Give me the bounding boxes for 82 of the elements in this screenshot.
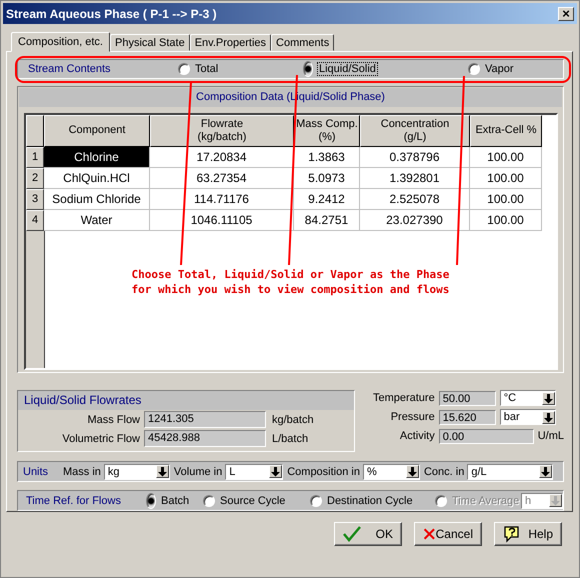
checkmark-icon xyxy=(343,526,361,542)
group-label: Units xyxy=(22,466,50,478)
table-cell: 2.525078 xyxy=(360,188,470,210)
unit-label: kg/batch xyxy=(272,414,314,426)
field-label: Mass Flow xyxy=(86,414,140,426)
group-label: Time Ref. for Flows xyxy=(25,494,122,507)
unit-dropdown[interactable]: bar xyxy=(500,409,556,426)
field-label: Composition in xyxy=(287,466,360,478)
table-cell: 100.00 xyxy=(470,210,542,231)
close-button[interactable]: × xyxy=(558,6,574,20)
close-icon xyxy=(423,526,436,542)
table-cell: 1046.11105 xyxy=(150,210,294,231)
unit-dropdown[interactable]: % xyxy=(362,464,420,480)
readonly-field: 50.00 xyxy=(438,390,496,406)
row-header[interactable]: 4 xyxy=(26,210,44,231)
row-header[interactable]: 1 xyxy=(26,146,44,168)
group-label: Stream Contents xyxy=(27,62,112,75)
radio-button[interactable]: Total xyxy=(178,62,303,75)
table-cell: 84.2751 xyxy=(294,210,360,231)
radio-button[interactable]: Destination Cycle xyxy=(310,494,435,507)
table-cell: ChlQuin.HCl xyxy=(44,168,150,189)
table-cell: 1.392801 xyxy=(360,168,470,189)
radio-button[interactable]: Batch xyxy=(146,492,203,509)
table-cell: 0.378796 xyxy=(360,146,470,168)
readonly-field: 1241.305 xyxy=(144,411,266,428)
unit-label: L/batch xyxy=(272,432,308,445)
table-cell: 1.3863 xyxy=(294,146,360,168)
table-cell: 63.27354 xyxy=(150,168,294,189)
unit-label: U/mL xyxy=(538,430,564,442)
field-label: Conc. in xyxy=(424,466,464,478)
help-button[interactable]: Help xyxy=(494,522,562,546)
tab[interactable]: Env.Properties xyxy=(190,34,272,51)
dropdown-arrow-icon xyxy=(156,465,169,478)
annotation-text: Choose Total, Liquid/Solid or Vapor as the Phase for which you wish to view composition and flows xyxy=(130,266,450,298)
table-cell: Water xyxy=(44,210,150,231)
column-header[interactable]: Mass Comp. (%) xyxy=(294,114,360,147)
cancel-button[interactable]: Cancel xyxy=(414,522,482,546)
radio-button[interactable]: Source Cycle xyxy=(203,494,310,507)
column-header[interactable]: Flowrate (kg/batch) xyxy=(150,114,294,147)
tab[interactable]: Composition, etc. xyxy=(11,32,110,52)
table-cell: 100.00 xyxy=(470,188,542,210)
readonly-field: 15.620 xyxy=(438,410,496,425)
table-cell: Chlorine xyxy=(44,146,150,168)
table-cell: 114.71176 xyxy=(150,188,294,210)
table-cell: Sodium Chloride xyxy=(44,188,150,210)
panel-title: Liquid/Solid Flowrates xyxy=(18,391,354,410)
column-header[interactable]: Component xyxy=(44,114,150,147)
row-header[interactable]: 3 xyxy=(26,188,44,210)
tab[interactable]: Comments xyxy=(271,34,334,51)
ok-button[interactable]: OK xyxy=(334,522,402,546)
field-label: Temperature xyxy=(372,392,435,404)
radio-button[interactable]: Liquid/Solid xyxy=(303,60,468,77)
row-header[interactable]: 2 xyxy=(26,168,44,189)
help-icon xyxy=(503,525,521,543)
radio-button[interactable]: Vapor xyxy=(468,62,514,75)
unit-dropdown[interactable]: kg xyxy=(104,464,170,480)
unit-dropdown[interactable]: L xyxy=(225,464,284,480)
table-cell: 17.20834 xyxy=(150,146,294,168)
window-title: Stream Aqueous Phase ( P-1 --> P-3 ) xyxy=(6,6,217,20)
field-label: Volume in xyxy=(174,466,222,478)
table-cell: 9.2412 xyxy=(294,188,360,210)
field-label: Mass in xyxy=(63,466,101,478)
tab[interactable]: Physical State xyxy=(110,34,190,51)
dropdown-arrow-icon xyxy=(549,494,562,508)
dropdown-arrow-icon xyxy=(539,465,552,478)
dropdown-arrow-icon xyxy=(269,465,282,478)
unit-dropdown[interactable]: g/L xyxy=(467,464,554,480)
field-label: Volumetric Flow xyxy=(61,432,140,445)
table-cell: 5.0973 xyxy=(294,168,360,189)
readonly-field: 0.00 xyxy=(438,428,534,444)
field-label: Activity xyxy=(398,430,435,442)
table-cell: 100.00 xyxy=(470,146,542,168)
readonly-field: 45428.988 xyxy=(144,430,266,448)
column-header[interactable]: Concentration (g/L) xyxy=(360,114,470,147)
column-header[interactable]: Extra-Cell % xyxy=(470,114,542,147)
field-label: Pressure xyxy=(390,411,435,424)
table-cell: 100.00 xyxy=(470,168,542,189)
dropdown-arrow-icon xyxy=(406,465,419,478)
unit-dropdown[interactable]: °C xyxy=(500,390,556,406)
dropdown-arrow-icon xyxy=(542,392,555,405)
dropdown-arrow-icon xyxy=(542,410,555,424)
table-cell: 23.027390 xyxy=(360,210,470,231)
